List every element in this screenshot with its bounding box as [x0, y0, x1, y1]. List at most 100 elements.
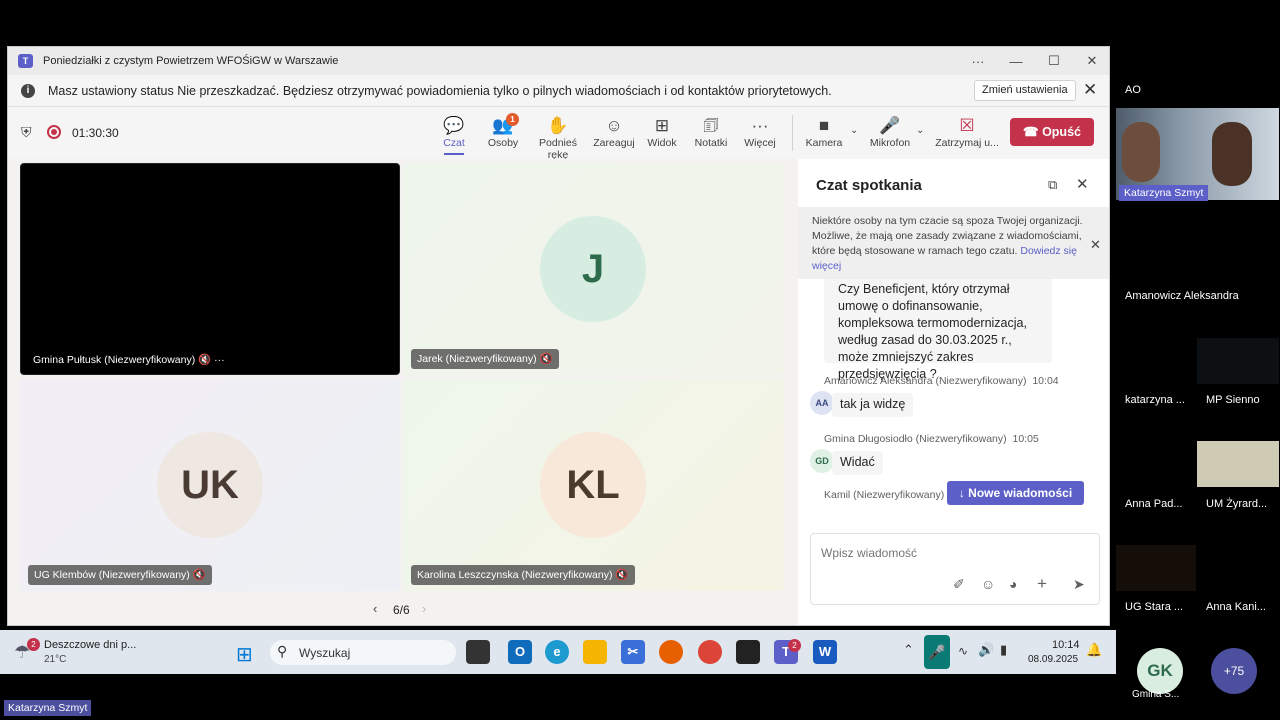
emoji-icon[interactable]: ☺ — [981, 576, 995, 592]
participant-avatar: J — [540, 216, 646, 322]
chat-title: Czat spotkania — [816, 177, 922, 194]
loop-icon[interactable]: ◕ — [1009, 576, 1017, 592]
prev-page-icon[interactable]: ‹ — [373, 601, 377, 616]
chat-message: tak ja widzę — [832, 393, 914, 417]
format-icon[interactable]: ✐ — [953, 576, 965, 593]
participant-tile[interactable]: J Jarek (Niezweryfikowany) 🔇 — [403, 163, 784, 375]
shield-icon: ⛨ — [21, 124, 32, 140]
participant-name[interactable]: UM Żyrard... — [1206, 498, 1267, 510]
more-button[interactable]: ··· Więcej — [730, 115, 790, 149]
leave-button[interactable]: ☎ Opuść — [1010, 118, 1094, 146]
window-title: Poniedziałki z czystym Powietrzem WFOŚiG… — [43, 55, 339, 67]
mic-options-chevron-icon[interactable]: ⌄ — [916, 125, 924, 136]
muted-mic-icon: 🔇 — [615, 569, 629, 581]
video-grid: Gmina Pułtusk (Niezweryfikowany) 🔇 ··· J… — [8, 159, 798, 625]
close-chat-icon[interactable]: ✕ — [1076, 175, 1089, 193]
volume-icon[interactable]: 🔊 — [978, 642, 994, 658]
participant-initials: AO — [1125, 84, 1141, 96]
outlook-icon[interactable]: O — [508, 640, 532, 664]
new-messages-label: Nowe wiadomości — [968, 486, 1073, 500]
participant-name[interactable]: Amanowicz Aleksandra — [1125, 290, 1239, 302]
muted-mic-icon: 🔇 — [192, 569, 206, 581]
tray-chevron-icon[interactable]: ⌃ — [903, 642, 914, 658]
change-settings-button[interactable]: Zmień ustawienia — [974, 80, 1076, 101]
wifi-icon[interactable]: ∿ — [958, 644, 968, 658]
battery-icon[interactable]: ▮ — [1000, 642, 1007, 658]
message-input[interactable] — [821, 546, 1081, 560]
people-icon: 👥 — [492, 116, 514, 135]
meeting-chat-pane: Czat spotkania ⧉ ✕ Czy Beneficjent, któr… — [798, 159, 1109, 625]
notification-message: Masz ustawiony status Nie przeszkadzać. … — [48, 83, 832, 98]
participant-name: Karolina Leszczynska (Niezweryfikowany) … — [411, 565, 635, 585]
people-button[interactable]: 👥 1 Osoby — [473, 113, 533, 149]
camera-options-chevron-icon[interactable]: ⌄ — [850, 125, 858, 136]
participant-tile[interactable]: Gmina Pułtusk (Niezweryfikowany) 🔇 ··· — [20, 163, 400, 375]
participant-name[interactable]: Anna Pad... — [1125, 498, 1183, 510]
participant-name: Jarek (Niezweryfikowany) 🔇 — [411, 349, 559, 369]
stop-share-icon: ☒ — [959, 116, 975, 135]
participant-thumb — [1116, 545, 1196, 591]
sender-avatar: AA — [810, 391, 834, 415]
taskbar-search[interactable]: ⚲ Wyszukaj — [270, 640, 456, 665]
person-left — [1122, 122, 1160, 182]
windows-start-icon[interactable]: ⊞ — [236, 642, 253, 667]
mic-in-use-icon[interactable]: 🎤 — [924, 635, 950, 669]
close-warning-icon[interactable]: ✕ — [1090, 237, 1101, 252]
teams-app-icon: T — [18, 54, 33, 68]
dnd-notification-bar: i Masz ustawiony status Nie przeszkadzać… — [8, 75, 1109, 107]
clock-time[interactable]: 10:14 — [1052, 639, 1080, 651]
edge-icon[interactable]: e — [545, 640, 569, 664]
title-bar: T Poniedziałki z czystym Powietrzem WFOŚ… — [8, 47, 1109, 75]
tile-more-icon: ··· — [214, 354, 225, 366]
mic-button[interactable]: 🎤 Mikrofon — [860, 115, 920, 149]
chrome-icon[interactable] — [698, 640, 722, 664]
participant-avatar: UK — [157, 432, 263, 538]
toolbar-divider — [792, 115, 793, 151]
notification-bell-icon[interactable]: 🔔 — [1086, 642, 1102, 658]
more-label: Więcej — [744, 137, 776, 149]
dismiss-notification-icon[interactable]: ✕ — [1083, 80, 1097, 100]
new-messages-button[interactable]: ↓ Nowe wiadomości — [947, 481, 1084, 505]
file-explorer-icon[interactable] — [583, 640, 607, 664]
meeting-toolbar: ⛨ 01:30:30 💬 Czat 👥 1 Osoby ✋ Podnieś rę… — [8, 107, 1109, 161]
maximize-button[interactable]: ☐ — [1035, 53, 1073, 69]
participants-panel: AO Katarzyna Szmyt Amanowicz Aleksandra … — [1116, 0, 1280, 720]
compose-box: ✐ ☺ ◕ + ➤ — [810, 533, 1100, 605]
message-meta: Kamil (Niezweryfikowany) — [824, 489, 945, 501]
participant-thumb — [1197, 338, 1279, 384]
chat-message: Widać — [832, 451, 883, 475]
raise-hand-icon: ✋ — [547, 116, 569, 135]
participant-tile[interactable]: KL Karolina Leszczynska (Niezweryfikowan… — [403, 379, 784, 591]
participant-video[interactable]: Katarzyna Szmyt — [1116, 108, 1279, 201]
word-icon[interactable]: W — [813, 640, 837, 664]
firefox-icon[interactable] — [659, 640, 683, 664]
participant-name[interactable]: katarzyna ... — [1125, 394, 1185, 406]
more-options-icon[interactable]: ··· — [959, 54, 997, 69]
weather-temp: 21°C — [44, 654, 67, 665]
presenter-name-label: Katarzyna Szmyt — [4, 700, 92, 716]
participant-name[interactable]: MP Sienno — [1206, 394, 1260, 406]
raise-hand-button[interactable]: ✋ Podnieś rękę — [528, 115, 588, 161]
more-icon: ··· — [751, 116, 769, 135]
participant-tile[interactable]: UK UG Klembów (Niezweryfikowany) 🔇 — [20, 379, 400, 591]
snipping-tool-icon[interactable]: ✂ — [621, 640, 645, 664]
chat-message-partial: Czy Beneficjent, który otrzymał umowę o … — [824, 277, 1052, 381]
participant-name[interactable]: UG Stara ... — [1125, 601, 1183, 613]
send-icon[interactable]: ➤ — [1073, 576, 1085, 593]
popout-icon[interactable]: ⧉ — [1048, 177, 1057, 193]
sticky-app-icon[interactable] — [736, 640, 760, 664]
minimize-button[interactable]: — — [997, 54, 1035, 69]
search-label: Wyszukaj — [299, 646, 351, 660]
participant-avatar[interactable]: GK — [1137, 648, 1183, 694]
participant-name[interactable]: Anna Kani... — [1206, 601, 1266, 613]
camera-button[interactable]: ■ Kamera — [794, 115, 854, 149]
close-window-button[interactable]: ✕ — [1073, 53, 1109, 69]
next-page-icon[interactable]: › — [422, 601, 426, 616]
participant-thumb — [1197, 441, 1279, 487]
camera-icon: ■ — [818, 116, 830, 135]
weather-title[interactable]: Deszczowe dni p... — [44, 639, 136, 651]
stop-share-button[interactable]: ☒ Zatrzymaj u... — [935, 115, 999, 149]
task-view-icon[interactable] — [466, 640, 490, 664]
attach-plus-icon[interactable]: + — [1037, 574, 1047, 594]
more-participants-button[interactable]: +75 — [1211, 648, 1257, 694]
